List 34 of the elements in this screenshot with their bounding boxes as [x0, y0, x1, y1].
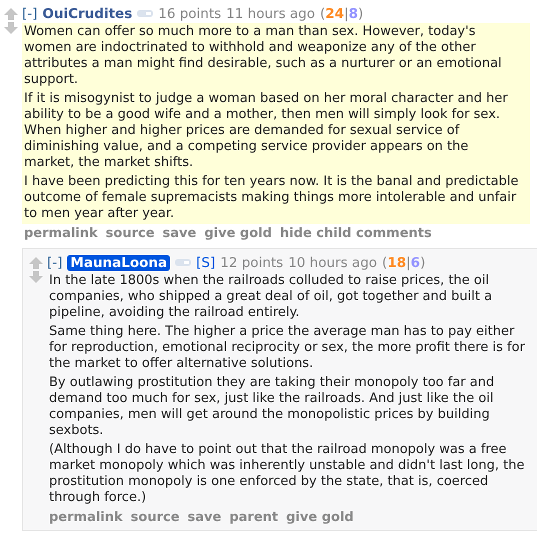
- points-text: 12 points: [220, 254, 284, 270]
- tag-icon[interactable]: [137, 10, 154, 17]
- downvote-icon[interactable]: [4, 22, 18, 34]
- action-link[interactable]: save: [162, 226, 196, 244]
- comment-paragraph: Women can offer so much more to a man than sex. However, today's women are indoctrinated to withhold and weaponize any of the other attributes a man might find desirable, such as a nurturer or an emotional support.: [24, 24, 503, 88]
- action-link[interactable]: save: [188, 510, 222, 528]
- comment-paragraph: Same thing here. The higher a price the average man has to pay either for reproduction, emotional reciprocity or sex, the more profit there is for the market to offer alternative solutions.: [49, 324, 526, 372]
- action-link[interactable]: source: [106, 226, 155, 244]
- author-link[interactable]: OuiCrudites: [42, 6, 132, 22]
- points-text: 16 points: [158, 6, 222, 22]
- comment-paragraph: (Although I do have to point out that the railroad monopoly was a free market monopoly which was inherently unstable and didn't last long, the prostitution monopoly is one enforced by the state, that is, coerced through force.): [49, 442, 526, 506]
- action-link[interactable]: give gold: [204, 226, 272, 244]
- time-text: 11 hours ago: [226, 6, 315, 22]
- comment-paragraph: By outlawing prostitution they are taking their monopoly too far and demand too much for sex, just like the railroads. And just like the oil companies, men will get around the monopolistic prices by building sexbots.: [49, 375, 496, 439]
- collapse-toggle[interactable]: [-]: [47, 254, 62, 270]
- tag-icon[interactable]: [175, 259, 192, 266]
- submitter-tag[interactable]: [S]: [196, 254, 216, 270]
- action-link[interactable]: hide child comments: [280, 226, 432, 244]
- upvote-icon[interactable]: [29, 257, 43, 269]
- comment-paragraph: If it is misogynist to judge a woman based on her moral character and her ability to be a good wife and a mother, then men will simply look for sex. When higher and higher prices are demanded for sexual service of diminishing value, and a competing service provider appears on the market, the market shifts.: [24, 91, 509, 171]
- action-link[interactable]: permalink: [49, 510, 123, 528]
- upvote-icon[interactable]: [4, 8, 18, 20]
- action-link[interactable]: parent: [229, 510, 278, 528]
- comment-paragraph: I have been predicting this for ten years now. It is the banal and predictable outcome of female supremacists making things more intolerable and unfair to men year after year.: [24, 174, 520, 222]
- downvote-icon[interactable]: [29, 271, 43, 283]
- action-link[interactable]: give gold: [286, 510, 354, 528]
- vote-count: (24|8): [320, 6, 364, 22]
- action-link[interactable]: permalink: [24, 226, 98, 244]
- collapse-toggle[interactable]: [-]: [22, 6, 38, 22]
- author-link[interactable]: MaunaLoona: [67, 254, 170, 270]
- action-link[interactable]: source: [130, 510, 180, 528]
- time-text: 10 hours ago: [288, 254, 378, 270]
- vote-count: (18|6): [382, 254, 426, 270]
- comment-paragraph: In the late 1800s when the railroads colluded to raise prices, the oil companies, who shipped a great deal of oil, got together and built a pipeline, avoiding the railroad entirely.: [49, 273, 494, 321]
